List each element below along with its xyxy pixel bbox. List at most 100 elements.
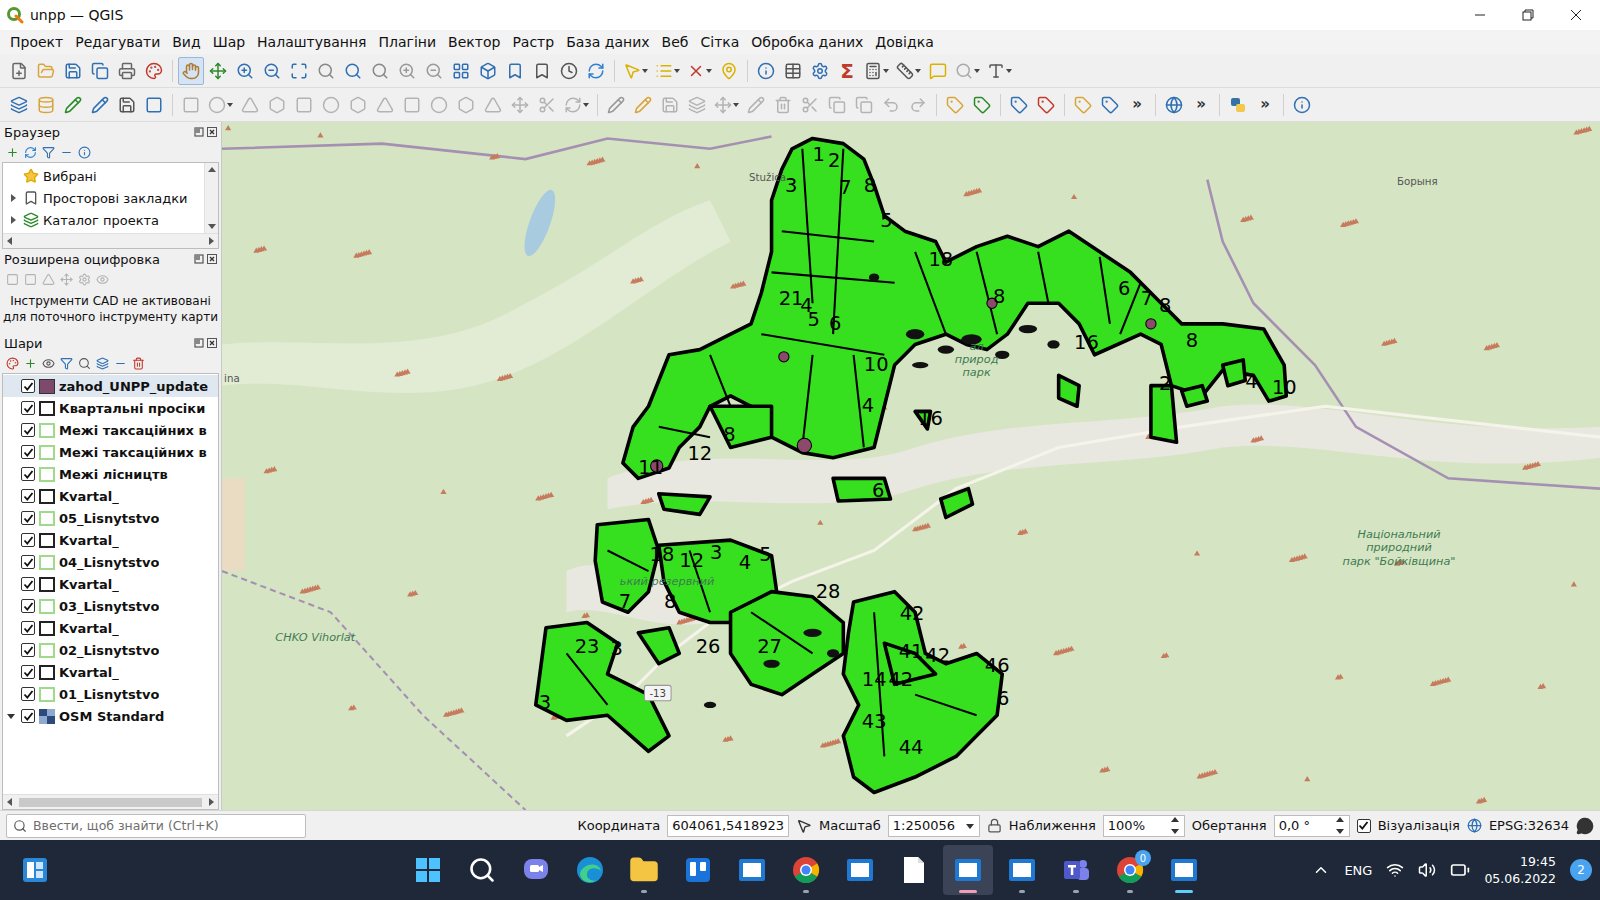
select-by-location-button[interactable] bbox=[716, 57, 742, 85]
measure-area[interactable] bbox=[779, 352, 789, 362]
virtual-layer-button[interactable] bbox=[141, 91, 167, 119]
taskbar-app[interactable] bbox=[673, 845, 723, 895]
close-panel-icon[interactable] bbox=[207, 127, 217, 137]
measure-area[interactable] bbox=[1146, 319, 1156, 329]
layer-row[interactable]: 05_Lisnytstvo bbox=[3, 507, 218, 529]
taskbar-app[interactable] bbox=[781, 845, 831, 895]
parallel-icon[interactable] bbox=[42, 273, 55, 286]
clock[interactable]: 19:4505.06.2022 bbox=[1484, 853, 1556, 888]
print-layout-button[interactable] bbox=[114, 57, 140, 85]
rotation-spinbox[interactable]: 0,0 ° bbox=[1274, 815, 1350, 837]
volume-icon[interactable] bbox=[1418, 861, 1436, 879]
new-bookmark-button[interactable] bbox=[502, 57, 528, 85]
attribute-table-button[interactable] bbox=[780, 57, 806, 85]
layer-checkbox[interactable] bbox=[21, 379, 35, 393]
toggle-extents-icon[interactable] bbox=[796, 818, 812, 834]
menu-item[interactable]: Довідка bbox=[869, 32, 939, 52]
menu-item[interactable]: Плагіни bbox=[373, 32, 443, 52]
taskbar-app[interactable] bbox=[997, 845, 1047, 895]
locator-button[interactable] bbox=[952, 57, 983, 85]
pin-labels-button[interactable] bbox=[1006, 91, 1032, 119]
minimize-button[interactable] bbox=[1456, 0, 1504, 30]
forest-parcel[interactable] bbox=[731, 592, 844, 695]
browser-item[interactable]: Каталог проекта bbox=[3, 209, 204, 231]
delete-selected-button[interactable] bbox=[770, 91, 796, 119]
layer-row[interactable]: Квартальні просіки bbox=[3, 397, 218, 419]
delete-part-button[interactable] bbox=[372, 91, 398, 119]
cad-settings-icon[interactable] bbox=[78, 273, 91, 286]
spin-up-icon[interactable] bbox=[1335, 815, 1345, 825]
scale-combo[interactable]: 1:250056 bbox=[888, 815, 980, 837]
taskbar-app[interactable] bbox=[1051, 845, 1101, 895]
add-group-icon[interactable] bbox=[24, 357, 37, 370]
parcel-fragment[interactable] bbox=[763, 660, 779, 668]
layer-row[interactable]: 04_Lisnytstvo bbox=[3, 551, 218, 573]
layer-row[interactable]: Kvartal_ bbox=[3, 573, 218, 595]
properties-icon[interactable] bbox=[78, 146, 91, 159]
menu-item[interactable]: Вид bbox=[166, 32, 206, 52]
layer-checkbox[interactable] bbox=[21, 533, 35, 547]
new-shapefile-button[interactable] bbox=[60, 91, 86, 119]
redo-button[interactable] bbox=[905, 91, 931, 119]
menu-item[interactable]: Проект bbox=[4, 32, 69, 52]
layer-checkbox[interactable] bbox=[21, 511, 35, 525]
toggle-editing-button[interactable] bbox=[630, 91, 656, 119]
toolbar-overflow-button[interactable]: » bbox=[1124, 91, 1150, 119]
taskbar-app[interactable] bbox=[889, 845, 939, 895]
parcel-fragment[interactable] bbox=[704, 702, 716, 708]
magnifier-spinbox[interactable]: 100% bbox=[1103, 815, 1185, 837]
horizontal-scrollbar[interactable] bbox=[3, 233, 218, 248]
notification-badge[interactable]: 2 bbox=[1570, 859, 1592, 881]
vertex-tool-button[interactable] bbox=[237, 91, 263, 119]
digitize-button[interactable] bbox=[603, 91, 629, 119]
menu-item[interactable]: База даних bbox=[560, 32, 655, 52]
taskbar-app[interactable] bbox=[835, 845, 885, 895]
add-polygon-button[interactable] bbox=[178, 91, 204, 119]
zoom-out-button[interactable] bbox=[259, 57, 285, 85]
style-manager-button[interactable] bbox=[141, 57, 167, 85]
remove-layer-icon[interactable] bbox=[132, 357, 145, 370]
layer-checkbox[interactable] bbox=[21, 665, 35, 679]
map-tips-button[interactable] bbox=[925, 57, 951, 85]
add-selected-icon[interactable] bbox=[6, 146, 19, 159]
taskbar-app[interactable] bbox=[511, 845, 561, 895]
add-ring-button[interactable] bbox=[264, 91, 290, 119]
snap-icon[interactable] bbox=[60, 273, 73, 286]
render-checkbox[interactable] bbox=[1357, 819, 1371, 833]
taskbar-app[interactable] bbox=[727, 845, 777, 895]
scroll-right-icon[interactable] bbox=[206, 797, 216, 807]
processing-toolbox-button[interactable] bbox=[807, 57, 833, 85]
layer-row[interactable]: Kvartal_ bbox=[3, 485, 218, 507]
messages-icon[interactable] bbox=[1576, 817, 1594, 835]
parcel-fragment[interactable] bbox=[803, 629, 821, 637]
forest-parcel[interactable] bbox=[595, 520, 659, 613]
manage-visibility-icon[interactable] bbox=[42, 357, 55, 370]
layer-row[interactable]: Межі лісництв bbox=[3, 463, 218, 485]
new-project-button[interactable] bbox=[6, 57, 32, 85]
close-panel-icon[interactable] bbox=[207, 338, 217, 348]
expand-arrow-icon[interactable] bbox=[8, 193, 18, 203]
menu-item[interactable]: Налаштування bbox=[251, 32, 372, 52]
pan-to-selection-button[interactable] bbox=[205, 57, 231, 85]
taskbar-app[interactable] bbox=[619, 845, 669, 895]
layer-row[interactable]: 02_Lisnytstvo bbox=[3, 639, 218, 661]
floater-icon[interactable] bbox=[96, 273, 109, 286]
forest-parcel[interactable] bbox=[833, 478, 890, 501]
spin-up-icon[interactable] bbox=[1170, 815, 1180, 825]
cut-button[interactable] bbox=[797, 91, 823, 119]
label-button[interactable] bbox=[942, 91, 968, 119]
save-edits-button[interactable] bbox=[657, 91, 683, 119]
zoom-last-button[interactable] bbox=[394, 57, 420, 85]
collapse-all-icon[interactable] bbox=[114, 357, 127, 370]
move-label-button[interactable] bbox=[1070, 91, 1096, 119]
toolbar-overflow-button[interactable]: » bbox=[1188, 91, 1214, 119]
taskbar-app[interactable] bbox=[565, 845, 615, 895]
widgets-icon[interactable] bbox=[20, 855, 50, 885]
save-as-button[interactable] bbox=[87, 57, 113, 85]
show-hidden-icons-icon[interactable] bbox=[1312, 861, 1330, 879]
split-parts-button[interactable] bbox=[480, 91, 506, 119]
layer-checkbox[interactable] bbox=[21, 445, 35, 459]
taskbar-app[interactable] bbox=[457, 845, 507, 895]
toolbar-overflow-button[interactable]: » bbox=[1252, 91, 1278, 119]
layer-row[interactable]: OSM Standard bbox=[3, 705, 218, 727]
